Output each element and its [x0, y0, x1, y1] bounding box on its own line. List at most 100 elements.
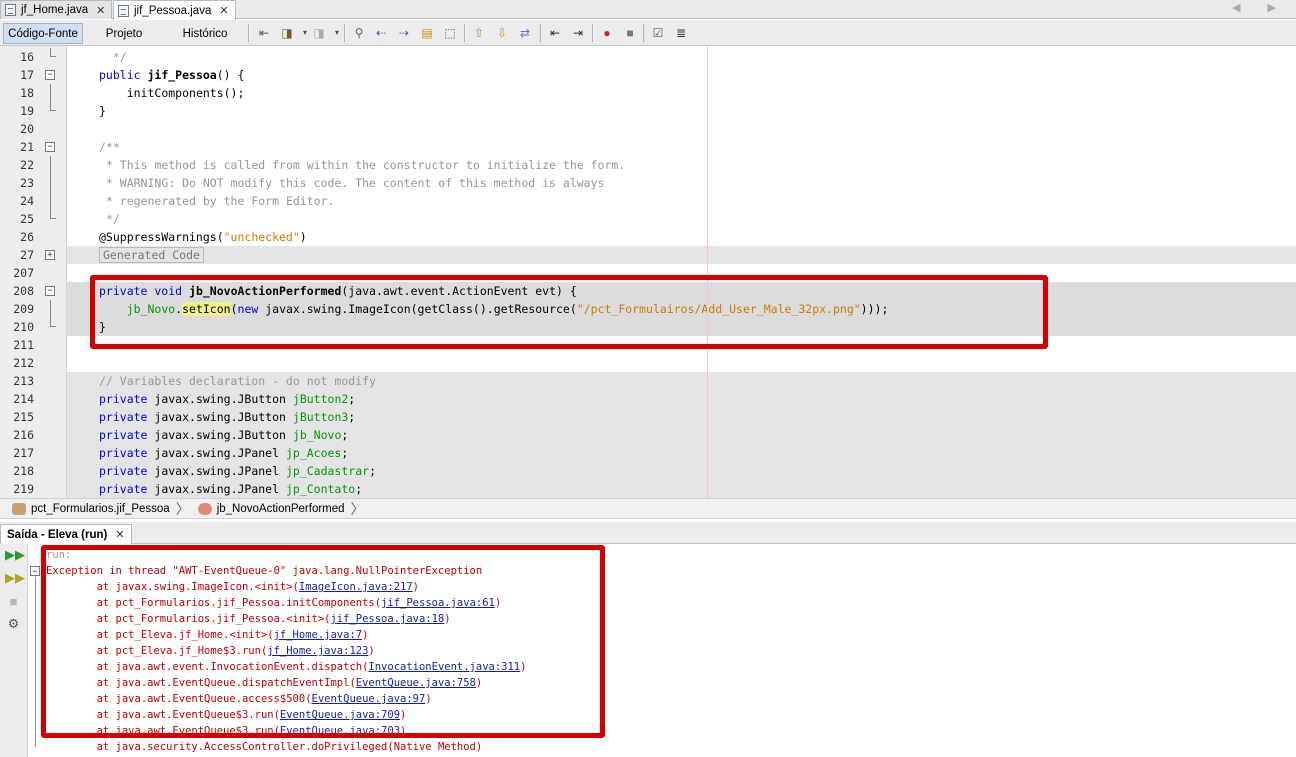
code-line: private javax.swing.JPanel jp_Acoes;: [67, 444, 1296, 462]
line-number-gutter: 16 17 − 18 19 20 21 − 22 23 24 25 26 27 + 2…: [0, 46, 67, 498]
toggle-rect-select-icon[interactable]: ⬚: [442, 25, 458, 41]
code-line: * This method is called from within the …: [105, 158, 626, 172]
tab-scroll-arrows[interactable]: ◀ ▶: [1232, 1, 1288, 14]
generated-code-fold[interactable]: Generated Code: [99, 247, 204, 263]
tab-output-run[interactable]: Saída - Eleva (run) ✕: [0, 524, 132, 544]
output-tab-bar: Saída - Eleva (run) ✕: [0, 522, 1296, 544]
code-line: initComponents();: [126, 86, 245, 100]
line-number: 212: [13, 356, 34, 370]
settings-icon[interactable]: ⚙: [5, 615, 22, 632]
rerun-icon[interactable]: ▶▶: [5, 546, 25, 563]
toggle-highlight-icon[interactable]: ▤: [419, 25, 435, 41]
line-number: 17: [20, 68, 34, 82]
tab-design[interactable]: Projeto: [96, 23, 152, 44]
editor-tab-bar: jf_Home.java ✕ jif_Pessoa.java ✕ ◀ ▶: [0, 0, 1296, 20]
last-edit-icon[interactable]: ⇤: [256, 25, 272, 41]
code-editor[interactable]: */ public jif_Pessoa() { initComponents(…: [67, 46, 1296, 498]
code-line: private javax.swing.JPanel jp_Contato;: [67, 480, 1296, 498]
shift-right-icon[interactable]: ⇥: [570, 25, 586, 41]
line-number: 207: [13, 266, 34, 280]
line-number: 208: [13, 284, 34, 298]
code-line: private javax.swing.JButton jButton3;: [67, 408, 1296, 426]
previous-bookmark-icon[interactable]: ⇧: [471, 25, 487, 41]
code-line: private javax.swing.JButton jButton2;: [67, 390, 1296, 408]
tab-jif-pessoa[interactable]: jif_Pessoa.java ✕: [113, 0, 236, 20]
stack-frame: at java.security.AccessController.doPriv…: [96, 741, 483, 753]
line-number: 215: [13, 410, 34, 424]
line-number: 23: [20, 176, 34, 190]
fold-guide-line: [35, 577, 36, 747]
line-number: 214: [13, 392, 34, 406]
class-icon: [12, 502, 26, 515]
line-number: 25: [20, 212, 34, 226]
stop-macro-icon[interactable]: ■: [622, 25, 638, 41]
code-line-folded: Generated Code: [67, 246, 1296, 264]
toggle-bookmark-icon[interactable]: ⇄: [517, 25, 533, 41]
next-bookmark-icon[interactable]: ⇩: [494, 25, 510, 41]
chevron-down-icon[interactable]: ▾: [329, 25, 345, 41]
code-line: // Variables declaration - do not modify: [67, 372, 1296, 390]
breadcrumb-item-method[interactable]: jb_NovoActionPerformed: [217, 503, 345, 515]
right-margin-guide: [707, 46, 708, 498]
annotation-highlight-box: [90, 275, 1048, 349]
back-icon[interactable]: ◨: [279, 25, 295, 41]
editor-toolbar: Código-Fonte Projeto Histórico ⇤ ◨ ▾ ◨ ▾…: [0, 20, 1296, 46]
line-number: 27: [20, 248, 34, 262]
fold-collapse-icon[interactable]: −: [30, 566, 40, 576]
line-number: 26: [20, 230, 34, 244]
stop-icon[interactable]: ■: [5, 593, 22, 610]
comment-icon[interactable]: ≣: [673, 25, 689, 41]
close-icon[interactable]: ✕: [219, 4, 228, 17]
code-line: */: [112, 50, 127, 64]
find-previous-icon[interactable]: ⇠: [373, 25, 389, 41]
fold-collapse-icon[interactable]: −: [45, 286, 55, 296]
chevron-right-icon: 〉: [350, 500, 365, 517]
line-number: 216: [13, 428, 34, 442]
breadcrumb-item-class[interactable]: pct_Formularios.jif_Pessoa: [31, 503, 170, 515]
code-line: * WARNING: Do NOT modify this code. The …: [105, 176, 605, 190]
stack-native: Native Method: [393, 741, 476, 753]
close-icon[interactable]: ✕: [115, 528, 124, 541]
code-line: private javax.swing.JPanel jp_Cadastrar;: [67, 462, 1296, 480]
code-line: */: [105, 212, 120, 226]
tab-label: jif_Pessoa.java: [134, 4, 212, 17]
output-tab-label: Saída - Eleva (run): [7, 528, 108, 541]
java-file-icon: [118, 4, 129, 17]
line-number: 210: [13, 320, 34, 334]
fold-expand-icon[interactable]: +: [45, 250, 55, 260]
chevron-right-icon: 〉: [175, 500, 190, 517]
line-number: 18: [20, 86, 34, 100]
fold-collapse-icon[interactable]: −: [45, 70, 55, 80]
find-icon[interactable]: ⚲: [351, 25, 367, 41]
line-number: 209: [13, 302, 34, 316]
tab-jf-home[interactable]: jf_Home.java ✕: [0, 0, 112, 19]
code-line: }: [99, 104, 106, 118]
line-number: 211: [13, 338, 34, 352]
line-number: 19: [20, 104, 34, 118]
line-number: 22: [20, 158, 34, 172]
rerun-with-args-icon[interactable]: ▶▶: [5, 569, 25, 586]
line-number: 16: [20, 50, 34, 64]
line-number: 21: [20, 140, 34, 154]
line-number: 213: [13, 374, 34, 388]
tab-source[interactable]: Código-Fonte: [3, 23, 83, 44]
tab-label: jf_Home.java: [21, 4, 89, 16]
start-macro-icon[interactable]: ●: [599, 25, 615, 41]
forward-icon[interactable]: ◨: [311, 25, 327, 41]
java-file-icon: [5, 4, 16, 16]
code-line: /**: [99, 140, 120, 154]
code-line: private javax.swing.JButton jb_Novo;: [67, 426, 1296, 444]
close-icon[interactable]: ✕: [96, 4, 105, 17]
fold-collapse-icon[interactable]: −: [45, 142, 55, 152]
shift-left-icon[interactable]: ⇤: [547, 25, 563, 41]
line-number: 20: [20, 122, 34, 136]
tab-history[interactable]: Histórico: [172, 23, 238, 44]
line-number: 218: [13, 464, 34, 478]
line-number: 24: [20, 194, 34, 208]
line-number: 219: [13, 482, 34, 496]
find-next-icon[interactable]: ⇢: [396, 25, 412, 41]
check-icon[interactable]: ☑: [650, 25, 666, 41]
code-line: @SuppressWarnings("unchecked"): [99, 230, 307, 244]
